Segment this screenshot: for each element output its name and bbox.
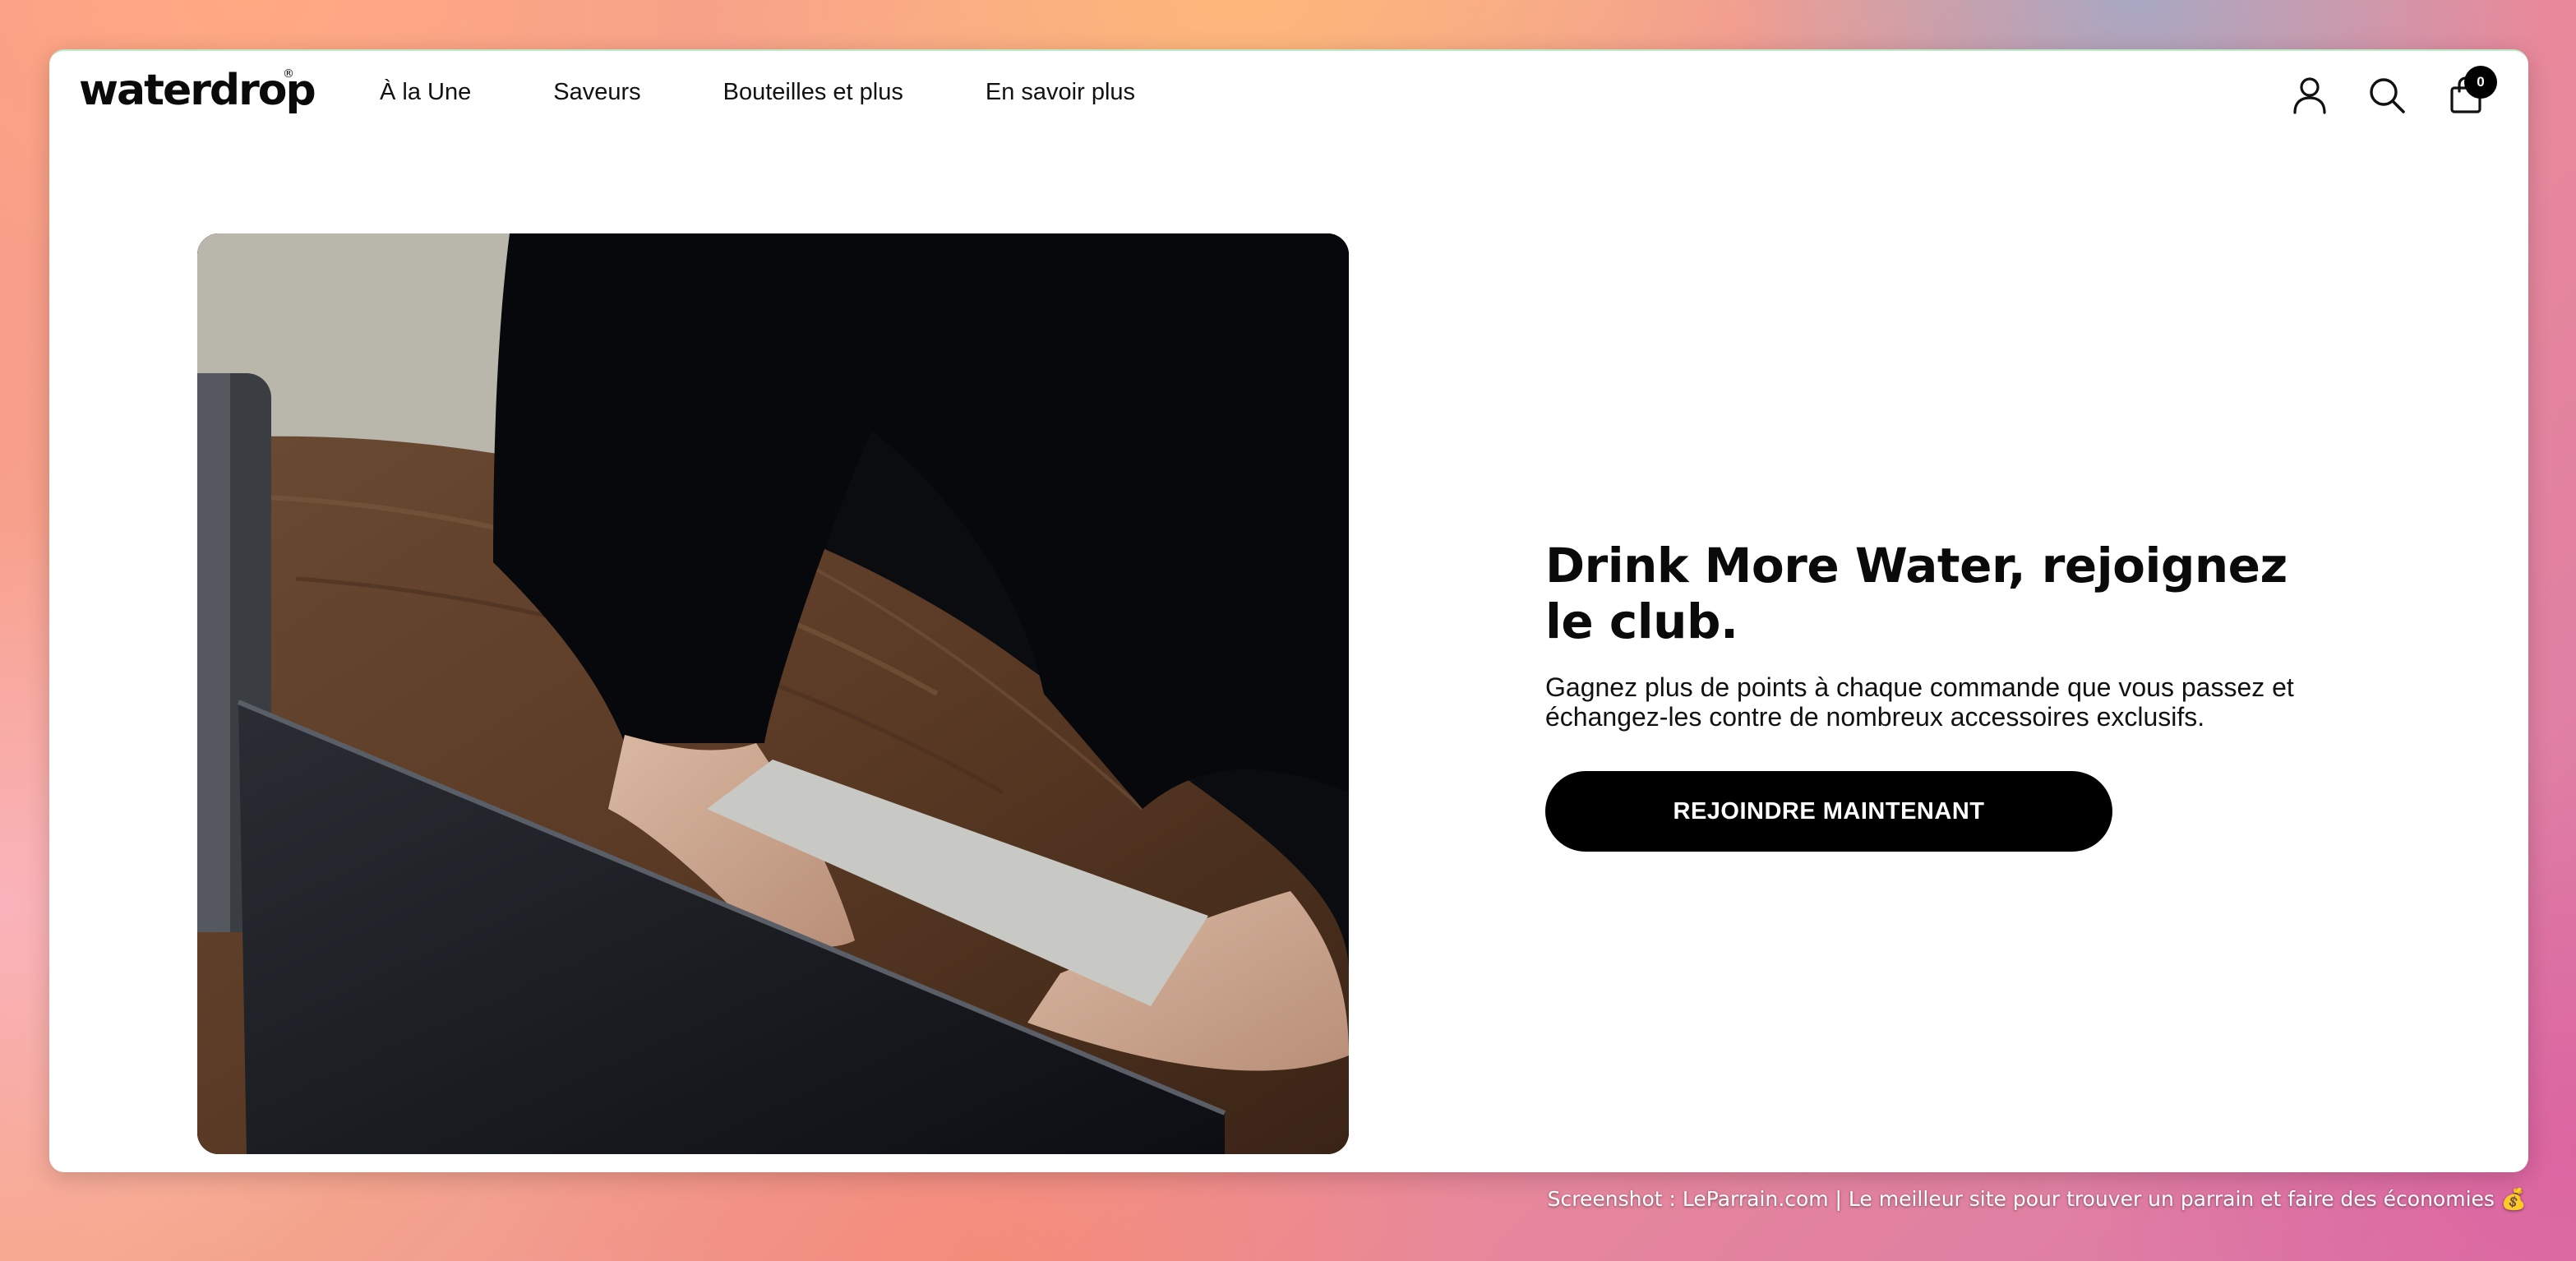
browser-window: waterdrop ® À la Une Saveurs Bouteilles …	[49, 49, 2528, 1172]
header-icons: 0	[2262, 66, 2509, 122]
search-icon	[2370, 78, 2405, 113]
nav-item-a-la-une[interactable]: À la Une	[380, 79, 471, 106]
cart-count-badge: 0	[2464, 66, 2497, 99]
club-promo: Drink More Water, rejoignez le club. Gag…	[1545, 538, 2351, 852]
nav-item-saveurs[interactable]: Saveurs	[553, 79, 640, 106]
screenshot-caption: Screenshot : LeParrain.com | Le meilleur…	[1547, 1187, 2527, 1211]
search-button[interactable]	[2364, 72, 2410, 118]
nav-item-en-savoir-plus[interactable]: En savoir plus	[986, 79, 1135, 106]
cart-button[interactable]: 0	[2443, 66, 2497, 118]
join-now-button[interactable]: REJOINDRE MAINTENANT	[1545, 771, 2112, 852]
logo-registered-mark: ®	[283, 67, 294, 81]
promo-description: Gagnez plus de points à chaque commande …	[1545, 672, 2294, 732]
promo-title: Drink More Water, rejoignez le club.	[1545, 538, 2287, 649]
main-nav: À la Une Saveurs Bouteilles et plus En s…	[380, 79, 1217, 106]
user-icon	[2293, 77, 2326, 114]
account-button[interactable]	[2287, 72, 2333, 118]
nav-item-bouteilles[interactable]: Bouteilles et plus	[723, 79, 903, 106]
hero-image	[197, 233, 1349, 1154]
site-header: waterdrop ® À la Une Saveurs Bouteilles …	[49, 51, 2528, 141]
waterdrop-logo[interactable]: waterdrop	[79, 66, 316, 115]
